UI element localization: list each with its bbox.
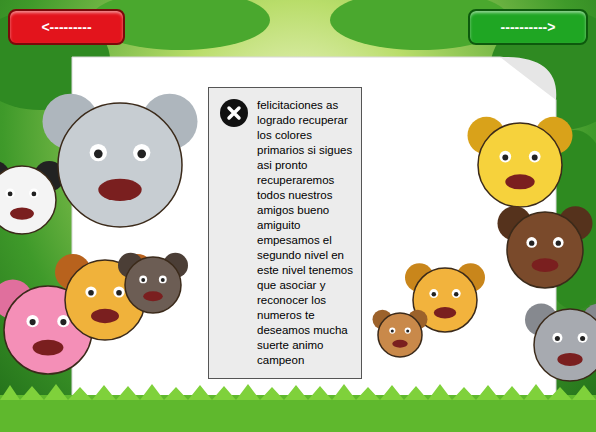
close-button[interactable] <box>219 98 249 128</box>
mandrill <box>118 253 188 313</box>
game-screen: <--------- ----------> felicitaciones as l… <box>0 0 596 432</box>
dialog-box: felicitaciones as logrado recuperar los … <box>208 87 362 379</box>
rhino <box>525 304 596 381</box>
dialog-message: felicitaciones as logrado recuperar los … <box>257 98 357 368</box>
next-button[interactable]: ----------> <box>468 9 588 45</box>
deer <box>373 310 428 357</box>
giraffe <box>468 117 573 207</box>
paper-curl <box>500 57 556 100</box>
elephant <box>43 94 198 227</box>
close-icon <box>219 98 249 128</box>
gorilla <box>497 206 592 288</box>
top-bar: <--------- ----------> <box>0 0 596 45</box>
grass <box>0 395 596 432</box>
grass-blades <box>0 384 596 400</box>
zebra <box>0 161 65 234</box>
back-button[interactable]: <--------- <box>8 9 125 45</box>
